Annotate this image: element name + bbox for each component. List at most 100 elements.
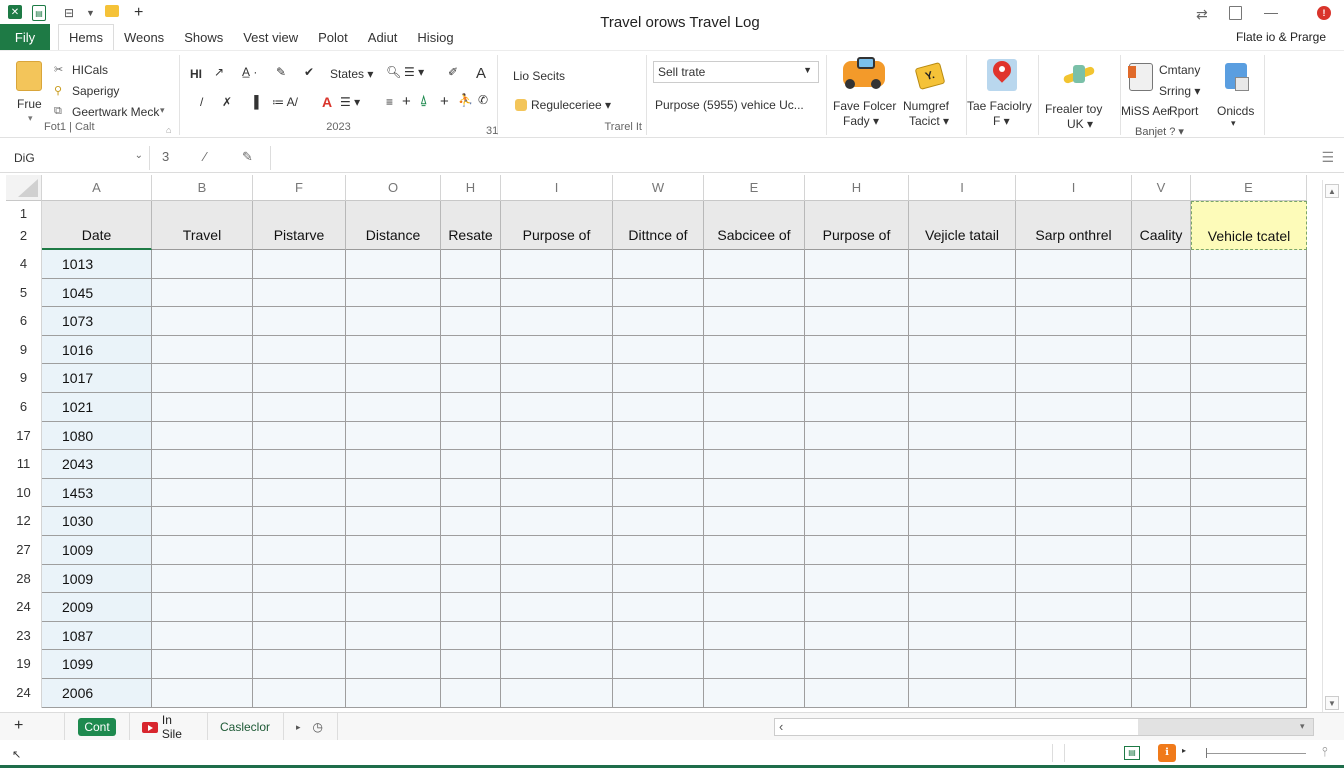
cell[interactable] — [1191, 564, 1307, 594]
check-icon[interactable]: ✔ — [304, 65, 314, 79]
cell[interactable] — [613, 564, 704, 594]
cell[interactable] — [909, 307, 1016, 336]
regulate-dropdown[interactable]: Reguleceriee ▾ — [531, 98, 611, 112]
cell[interactable] — [1191, 335, 1307, 365]
cell[interactable] — [441, 478, 501, 508]
cell[interactable] — [253, 478, 346, 508]
cell[interactable] — [909, 536, 1016, 565]
row-header[interactable]: 28 — [6, 564, 42, 594]
cell[interactable] — [441, 335, 501, 365]
cell[interactable] — [805, 593, 909, 622]
row-header[interactable]: 11 — [6, 450, 42, 479]
cell[interactable] — [441, 593, 501, 622]
clipboard-item-1[interactable]: HICals — [72, 63, 108, 77]
cell[interactable] — [501, 307, 613, 336]
row-header[interactable]: 19 — [6, 650, 42, 679]
date-cell[interactable]: 2006 — [42, 679, 152, 708]
cell[interactable] — [1191, 393, 1307, 422]
cell[interactable] — [909, 250, 1016, 279]
cell[interactable] — [909, 679, 1016, 708]
cell[interactable] — [704, 478, 805, 508]
cell[interactable] — [1191, 364, 1307, 393]
notification-icon[interactable]: ! — [1317, 6, 1331, 20]
cell[interactable] — [805, 621, 909, 651]
cell[interactable] — [152, 307, 253, 336]
share-button[interactable]: Flate io & Prarge — [1236, 30, 1326, 44]
column-header[interactable]: I — [909, 175, 1016, 201]
row-header[interactable]: 1 — [6, 204, 41, 224]
tab-view[interactable]: Vest view — [233, 24, 308, 50]
cell[interactable] — [805, 364, 909, 393]
cell[interactable] — [1132, 250, 1191, 279]
column-header[interactable]: F — [253, 175, 346, 201]
cell[interactable] — [346, 450, 441, 479]
name-box[interactable]: DiG ⌄ — [6, 146, 150, 170]
cell[interactable] — [441, 679, 501, 708]
cell[interactable] — [704, 564, 805, 594]
restore-window-icon[interactable] — [1229, 6, 1242, 20]
cell[interactable] — [501, 536, 613, 565]
cell[interactable] — [1016, 364, 1132, 393]
cell[interactable] — [152, 621, 253, 651]
cell[interactable] — [909, 335, 1016, 365]
zoom-in-icon[interactable]: ⫯ — [1322, 744, 1328, 760]
cell[interactable] — [909, 621, 1016, 651]
cell[interactable] — [613, 507, 704, 536]
dialog-launcher-icon[interactable]: ⌂ — [166, 125, 171, 135]
cell[interactable] — [1132, 650, 1191, 679]
cell[interactable] — [805, 507, 909, 536]
cell[interactable] — [805, 564, 909, 594]
cell[interactable] — [346, 593, 441, 622]
select-all-corner[interactable] — [6, 175, 42, 201]
cell[interactable] — [441, 307, 501, 336]
row-header[interactable]: 23 — [6, 621, 42, 651]
chevron-down-icon[interactable]: ▾ — [1231, 118, 1236, 129]
cell[interactable] — [1191, 250, 1307, 279]
cell[interactable] — [441, 536, 501, 565]
cell[interactable] — [501, 621, 613, 651]
cell[interactable] — [346, 621, 441, 651]
zoom-slider[interactable] — [1206, 753, 1306, 754]
date-cell[interactable]: 1021 — [42, 393, 152, 422]
cell[interactable] — [909, 507, 1016, 536]
cell[interactable] — [704, 335, 805, 365]
cell[interactable] — [613, 335, 704, 365]
string-dropdown[interactable]: Srring ▾ — [1159, 84, 1200, 98]
scroll-right-icon[interactable]: ▾ — [1300, 721, 1305, 732]
cell[interactable] — [1016, 621, 1132, 651]
header-cell[interactable]: Purpose of — [501, 201, 613, 250]
cell[interactable] — [1132, 621, 1191, 651]
cell[interactable] — [501, 450, 613, 479]
number-button[interactable]: Numgref — [903, 99, 949, 113]
date-cell[interactable]: 1080 — [42, 421, 152, 451]
cell[interactable] — [501, 364, 613, 393]
cell[interactable] — [253, 364, 346, 393]
cell[interactable] — [909, 564, 1016, 594]
onicds-button[interactable]: Onicds — [1217, 104, 1254, 118]
cell[interactable] — [909, 421, 1016, 451]
purpose-text[interactable]: Purpose (5955) vehice Uc... — [655, 98, 804, 112]
cell[interactable] — [1132, 278, 1191, 308]
cell[interactable] — [613, 364, 704, 393]
cell[interactable] — [253, 393, 346, 422]
cell[interactable] — [501, 679, 613, 708]
row-header[interactable]: 6 — [6, 393, 42, 422]
cell[interactable] — [152, 450, 253, 479]
cell[interactable] — [704, 421, 805, 451]
row-header[interactable]: 17 — [6, 421, 42, 451]
tab-polot[interactable]: Polot — [308, 24, 358, 50]
cell[interactable] — [253, 536, 346, 565]
cell[interactable] — [613, 450, 704, 479]
font-color-red-icon[interactable]: A — [322, 94, 332, 110]
cell[interactable] — [501, 278, 613, 308]
cell[interactable] — [704, 250, 805, 279]
cell[interactable] — [909, 364, 1016, 393]
cell[interactable] — [152, 278, 253, 308]
cell[interactable] — [704, 536, 805, 565]
cancel-edit-icon[interactable]: ⁄ — [204, 149, 206, 164]
cell[interactable] — [441, 250, 501, 279]
cell[interactable] — [441, 507, 501, 536]
row-header[interactable]: 24 — [6, 679, 42, 708]
tab-hisiog[interactable]: Hisiog — [407, 24, 463, 50]
cell[interactable] — [152, 335, 253, 365]
